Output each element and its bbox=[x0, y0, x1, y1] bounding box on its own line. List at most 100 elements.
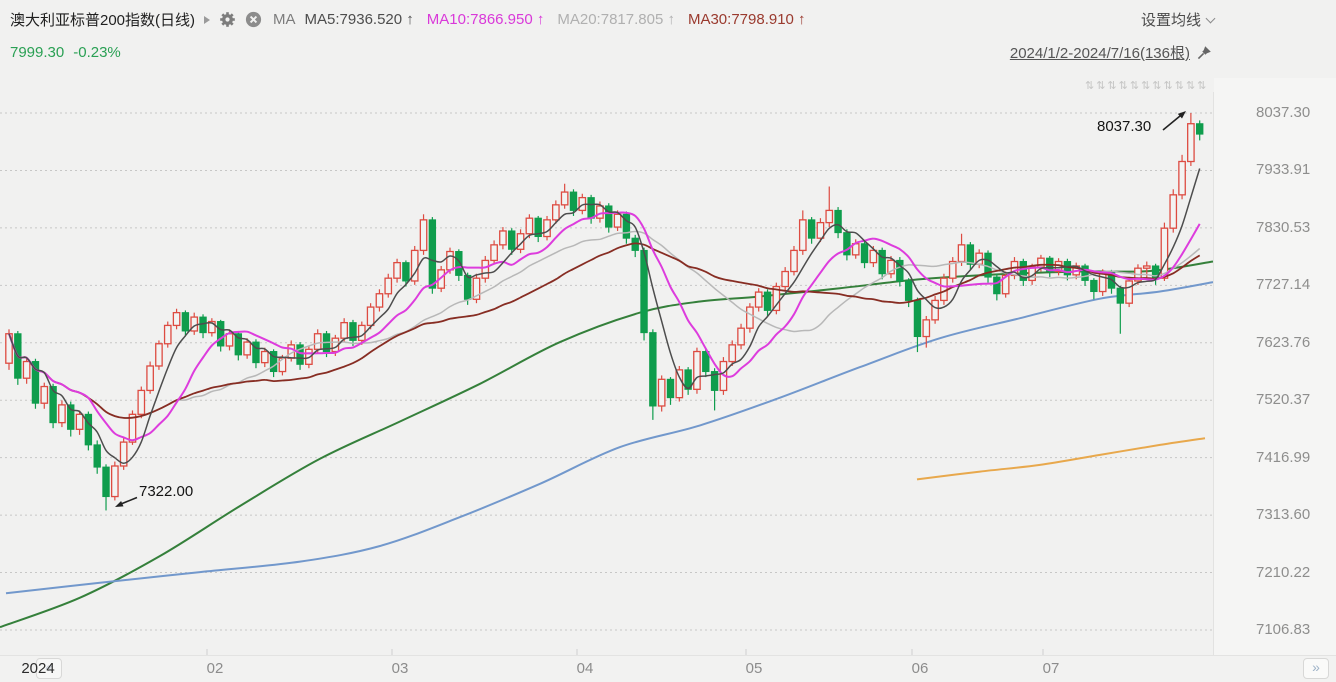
candle-body bbox=[800, 220, 806, 251]
y-axis-label: 7830.53 bbox=[1256, 219, 1330, 236]
candle-body bbox=[606, 206, 612, 227]
candle-body bbox=[420, 220, 426, 251]
candle-body bbox=[500, 231, 506, 245]
candle-body bbox=[103, 467, 109, 496]
candle-body bbox=[614, 214, 620, 227]
candle-body bbox=[967, 245, 973, 264]
high-annotation-arrow bbox=[1163, 116, 1180, 130]
candle-body bbox=[1161, 228, 1167, 278]
candle-body bbox=[1197, 124, 1203, 134]
candle-body bbox=[403, 263, 409, 281]
candle-body bbox=[553, 205, 559, 220]
y-axis-label: 7520.37 bbox=[1256, 391, 1330, 408]
candle-body bbox=[173, 313, 179, 326]
scroll-right-button[interactable]: » bbox=[1303, 658, 1329, 679]
y-axis-label: 7106.83 bbox=[1256, 621, 1330, 638]
candle-body bbox=[561, 192, 567, 205]
candle-body bbox=[835, 210, 841, 232]
candle-body bbox=[429, 220, 435, 288]
candle-body bbox=[244, 342, 250, 355]
high-annotation: 8037.30 bbox=[1097, 118, 1151, 135]
candle-body bbox=[570, 192, 576, 210]
candle-body bbox=[182, 313, 188, 331]
candle-body bbox=[315, 334, 321, 350]
candle-body bbox=[958, 245, 964, 262]
candle-body bbox=[385, 278, 391, 294]
candle-body bbox=[808, 220, 814, 238]
candle-body bbox=[738, 328, 744, 345]
candle-body bbox=[994, 277, 1000, 294]
candle-body bbox=[650, 333, 656, 406]
candle-body bbox=[491, 245, 497, 261]
candle-body bbox=[597, 206, 603, 218]
y-axis-label: 8037.30 bbox=[1256, 104, 1330, 121]
candle-body bbox=[341, 323, 347, 339]
candle-body bbox=[367, 307, 373, 325]
candle-body bbox=[394, 263, 400, 279]
candle-body bbox=[1170, 195, 1176, 228]
candle-body bbox=[41, 387, 47, 404]
candle-body bbox=[791, 250, 797, 271]
candlestick-chart[interactable] bbox=[0, 0, 1336, 682]
x-axis-label-05: 05 bbox=[746, 660, 763, 677]
y-axis-label: 7727.14 bbox=[1256, 276, 1330, 293]
candle-body bbox=[861, 244, 867, 263]
candle-body bbox=[782, 272, 788, 287]
candle-body bbox=[147, 366, 153, 390]
candle-body bbox=[588, 198, 594, 219]
candle-body bbox=[526, 218, 532, 234]
candle-body bbox=[694, 352, 700, 390]
candle-body bbox=[764, 292, 770, 310]
candle-body bbox=[1126, 281, 1132, 303]
x-axis-label-03: 03 bbox=[392, 660, 409, 677]
candle-body bbox=[138, 390, 144, 414]
candle-body bbox=[756, 292, 762, 307]
candle-body bbox=[1099, 273, 1105, 292]
candle-body bbox=[1144, 266, 1150, 268]
candle-body bbox=[262, 352, 268, 363]
y-axis-label: 7416.99 bbox=[1256, 449, 1330, 466]
candle-body bbox=[509, 231, 515, 249]
candle-body bbox=[112, 466, 118, 497]
candle-body bbox=[447, 252, 453, 270]
candle-body bbox=[729, 345, 735, 362]
candle-body bbox=[156, 344, 162, 366]
candle-body bbox=[544, 220, 550, 237]
candle-body bbox=[923, 320, 929, 337]
candle-body bbox=[826, 210, 832, 222]
x-axis: « 2024020304050607 » bbox=[0, 655, 1336, 682]
low-annotation-arrow bbox=[121, 498, 137, 505]
candle-body bbox=[217, 322, 223, 346]
x-axis-label-06: 06 bbox=[912, 660, 929, 677]
candle-body bbox=[658, 379, 664, 406]
candle-body bbox=[1091, 280, 1097, 291]
y-axis-label: 7313.60 bbox=[1256, 506, 1330, 523]
candle-body bbox=[200, 317, 206, 333]
stock-chart-app: 澳大利亚标普200指数(日线) MA MA5:7936.520 ↑MA10:78… bbox=[0, 0, 1336, 682]
candle-body bbox=[747, 307, 753, 328]
candle-body bbox=[376, 294, 382, 307]
y-axis-label: 7210.22 bbox=[1256, 564, 1330, 581]
x-axis-label-2024: 2024 bbox=[21, 660, 54, 677]
candle-body bbox=[165, 325, 171, 343]
candle-body bbox=[667, 379, 673, 397]
candle-body bbox=[905, 281, 911, 300]
candle-body bbox=[1179, 162, 1185, 195]
candle-body bbox=[482, 260, 488, 278]
candle-body bbox=[914, 300, 920, 336]
y-axis-label: 7623.76 bbox=[1256, 334, 1330, 351]
candle-body bbox=[94, 445, 100, 467]
candle-body bbox=[941, 278, 947, 300]
y-axis-label: 7933.91 bbox=[1256, 161, 1330, 178]
x-axis-label-02: 02 bbox=[207, 660, 224, 677]
candle-body bbox=[870, 250, 876, 262]
candle-body bbox=[1117, 288, 1123, 303]
low-annotation-arrowhead bbox=[115, 501, 124, 507]
candle-body bbox=[59, 405, 65, 423]
candle-body bbox=[226, 334, 232, 346]
candle-body bbox=[1082, 266, 1088, 280]
candle-body bbox=[23, 362, 29, 379]
candle-body bbox=[879, 250, 885, 273]
candle-body bbox=[464, 275, 470, 299]
low-annotation: 7322.00 bbox=[139, 483, 193, 500]
